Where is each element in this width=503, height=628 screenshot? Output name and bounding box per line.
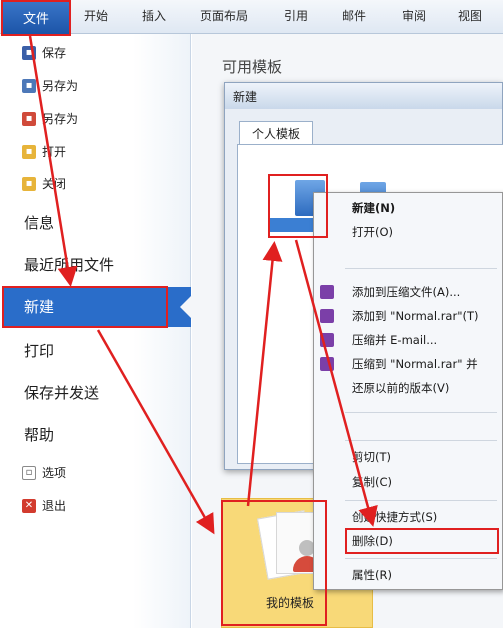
menu-separator xyxy=(345,440,497,441)
menu-item-compress-to-normal-rar[interactable]: 压缩到 "Normal.rar" 并 xyxy=(352,356,478,372)
dialog-title: 新建 xyxy=(225,83,502,109)
tab-page-layout[interactable]: 页面布局 xyxy=(200,0,248,30)
save-icon: ▪ xyxy=(22,45,36,60)
sidebar-item-label: 保存 xyxy=(42,46,67,60)
sidebar-item-recent[interactable]: 最近所用文件 xyxy=(24,254,114,275)
sidebar-item-exit[interactable]: ✕ 退出 xyxy=(22,497,66,514)
highlight-my-templates xyxy=(221,500,327,626)
sidebar-item-save-as[interactable]: ▪ 另存为 xyxy=(22,77,78,94)
close-folder-icon: ▪ xyxy=(22,176,36,191)
sidebar-item-label: 打开 xyxy=(42,145,67,159)
menu-item-cut[interactable]: 剪切(T) xyxy=(352,449,391,465)
sidebar-item-save-as-pdf[interactable]: ▪ 另存为 xyxy=(22,110,78,127)
menu-item-copy[interactable]: 复制(C) xyxy=(352,474,392,490)
menu-separator xyxy=(345,500,497,501)
sidebar-item-save-send[interactable]: 保存并发送 xyxy=(24,382,99,403)
menu-item-compress-email[interactable]: 压缩并 E-mail... xyxy=(352,332,437,348)
tab-insert[interactable]: 插入 xyxy=(142,0,166,30)
winrar-icon xyxy=(320,309,334,323)
tab-review[interactable]: 审阅 xyxy=(402,0,426,30)
menu-item-restore-versions[interactable]: 还原以前的版本(V) xyxy=(352,380,449,396)
sidebar-item-open[interactable]: ▪ 打开 xyxy=(22,143,66,160)
save-as-pdf-icon: ▪ xyxy=(22,111,36,126)
save-as-icon: ▪ xyxy=(22,78,36,93)
menu-item-create-shortcut[interactable]: 创建快捷方式(S) xyxy=(352,509,437,525)
winrar-icon xyxy=(320,285,334,299)
sidebar-item-label: 退出 xyxy=(42,499,67,513)
sidebar-item-options[interactable]: ▫ 选项 xyxy=(22,464,66,481)
menu-separator xyxy=(345,412,497,413)
highlight-new xyxy=(2,286,168,328)
tab-view[interactable]: 视图 xyxy=(458,0,482,30)
menu-item-properties[interactable]: 属性(R) xyxy=(352,567,392,583)
highlight-file-tab xyxy=(1,0,71,36)
winrar-icon xyxy=(320,357,334,371)
menu-item-open[interactable]: 打开(O) xyxy=(352,224,393,240)
sidebar-item-label: 另存为 xyxy=(42,112,79,126)
menu-item-new[interactable]: 新建(N) xyxy=(352,200,395,216)
open-folder-icon: ▪ xyxy=(22,144,36,159)
exit-icon: ✕ xyxy=(22,498,36,513)
menu-item-add-to-archive[interactable]: 添加到压缩文件(A)... xyxy=(352,284,460,300)
tab-personal-label: 个人模板 xyxy=(251,127,300,141)
available-templates-heading: 可用模板 xyxy=(222,58,283,76)
menu-separator xyxy=(345,268,497,269)
highlight-document xyxy=(268,174,328,238)
sidebar-item-label: 另存为 xyxy=(42,79,79,93)
tab-references[interactable]: 引用 xyxy=(284,0,308,30)
highlight-delete xyxy=(345,528,499,554)
sidebar-item-info[interactable]: 信息 xyxy=(24,212,54,233)
ribbon-bar: 文件 开始 插入 页面布局 引用 邮件 审阅 视图 xyxy=(0,0,503,34)
options-icon: ▫ xyxy=(22,465,36,480)
sidebar-item-close[interactable]: ▪ 关闭 xyxy=(22,175,66,192)
selection-pointer xyxy=(180,295,192,319)
tab-mailings[interactable]: 邮件 xyxy=(342,0,366,30)
menu-item-add-to-normal-rar[interactable]: 添加到 "Normal.rar"(T) xyxy=(352,308,479,324)
winrar-icon xyxy=(320,333,334,347)
sidebar-item-label: 关闭 xyxy=(42,177,67,191)
sidebar-item-label: 选项 xyxy=(42,466,67,480)
tab-home[interactable]: 开始 xyxy=(84,0,108,30)
sidebar-item-print[interactable]: 打印 xyxy=(24,340,54,361)
sidebar-item-help[interactable]: 帮助 xyxy=(24,424,54,445)
sidebar-item-save[interactable]: ▪ 保存 xyxy=(22,44,66,61)
tab-personal-templates[interactable]: 个人模板 xyxy=(239,121,313,145)
menu-separator xyxy=(345,558,497,559)
